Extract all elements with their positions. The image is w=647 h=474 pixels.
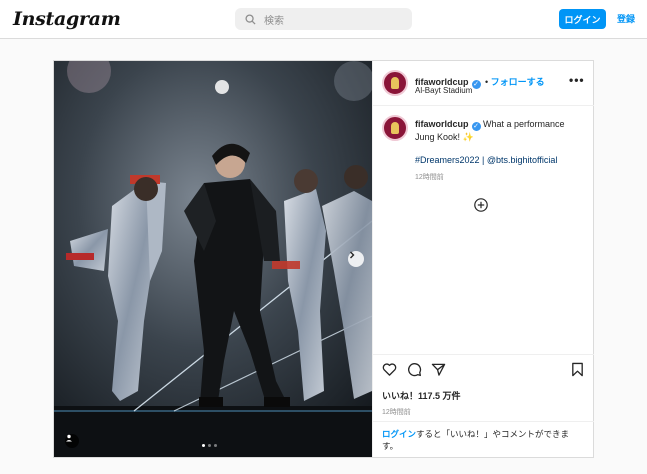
follow-button[interactable]: フォローする bbox=[491, 77, 545, 87]
carousel-dot bbox=[208, 444, 211, 447]
concert-stage-photo bbox=[54, 61, 372, 457]
chevron-right-icon bbox=[350, 251, 355, 259]
load-more-comments-icon[interactable] bbox=[474, 198, 488, 212]
fifa-trophy-icon bbox=[391, 122, 399, 134]
caption-avatar[interactable] bbox=[382, 115, 408, 141]
post-header: fifaworldcup ✓ • フォローする Al-Bayt Stadium •… bbox=[373, 61, 594, 106]
caption: fifaworldcup ✓ What a performance Jung Ko… bbox=[415, 118, 585, 144]
verified-badge-icon: ✓ bbox=[471, 80, 481, 89]
caption-username[interactable]: fifaworldcup bbox=[415, 119, 469, 129]
search-icon bbox=[245, 13, 256, 25]
post-actions: いいね！117.5 万件 12時間前 ログインすると「いいね！」やコメントができ… bbox=[373, 354, 594, 458]
more-options-icon[interactable]: ••• bbox=[569, 73, 585, 87]
likes-count[interactable]: いいね！117.5 万件 bbox=[382, 389, 461, 402]
caption-hashtags[interactable]: #Dreamers2022 | @bts.bighitofficial bbox=[415, 155, 557, 165]
carousel-next-button[interactable] bbox=[348, 251, 364, 267]
share-icon[interactable] bbox=[431, 362, 446, 377]
comment-icon[interactable] bbox=[407, 362, 422, 377]
instagram-logo[interactable]: Instagram bbox=[13, 8, 121, 30]
caption-timestamp: 12時間前 bbox=[415, 174, 444, 181]
carousel-dot-active bbox=[202, 444, 205, 447]
login-prompt: ログインすると「いいね！」やコメントができます。 bbox=[373, 421, 594, 458]
search-box[interactable]: 検索 bbox=[235, 8, 412, 30]
user-icon bbox=[66, 434, 72, 442]
tagged-users-button[interactable] bbox=[65, 434, 79, 448]
post-card: fifaworldcup ✓ • フォローする Al-Bayt Stadium •… bbox=[53, 60, 594, 458]
post-timestamp: 12時間前 bbox=[382, 409, 411, 416]
avatar[interactable] bbox=[382, 70, 408, 96]
login-prompt-link[interactable]: ログイン bbox=[382, 429, 416, 439]
top-navigation-bar: Instagram 検索 ログイン 登録 bbox=[0, 0, 647, 39]
post-image[interactable] bbox=[54, 61, 372, 457]
verified-badge-icon: ✓ bbox=[471, 122, 481, 131]
heart-icon[interactable] bbox=[382, 362, 397, 377]
signup-link[interactable]: 登録 bbox=[617, 12, 635, 25]
carousel-dot bbox=[214, 444, 217, 447]
fifa-trophy-icon bbox=[391, 77, 399, 89]
location-link[interactable]: Al-Bayt Stadium bbox=[415, 86, 472, 95]
bookmark-icon[interactable] bbox=[570, 362, 585, 377]
post-sidebar: fifaworldcup ✓ • フォローする Al-Bayt Stadium •… bbox=[372, 61, 594, 458]
login-button[interactable]: ログイン bbox=[559, 9, 606, 29]
carousel-indicator bbox=[202, 444, 217, 447]
search-input[interactable]: 検索 bbox=[264, 12, 284, 27]
